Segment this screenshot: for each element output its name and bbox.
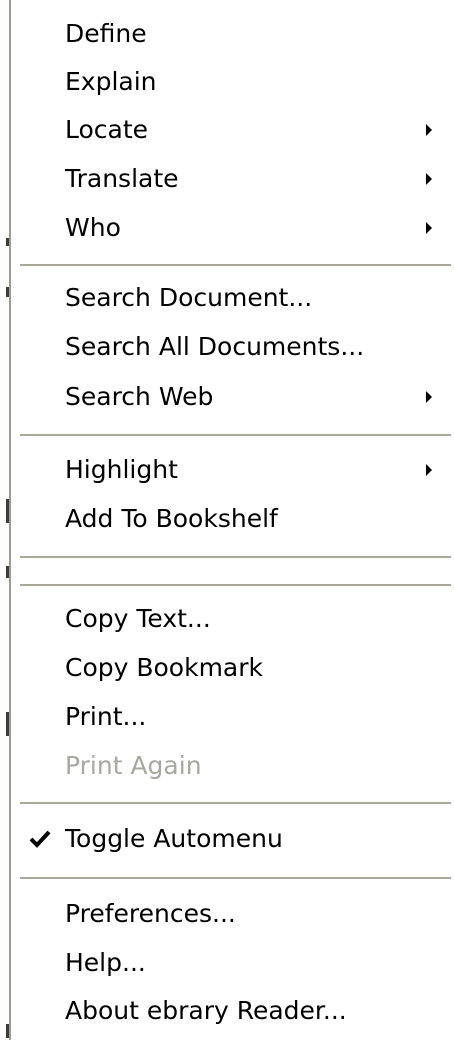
- menu-item-who[interactable]: Who: [0, 205, 454, 253]
- menu-item-label: Preferences...: [65, 899, 236, 928]
- menu-item-print[interactable]: Print...: [0, 694, 454, 742]
- menu-item-label: About ebrary Reader...: [65, 996, 347, 1025]
- menu-item-label: Print...: [65, 702, 147, 731]
- menu-item-label: Highlight: [65, 455, 178, 484]
- menu-item-define[interactable]: Define: [0, 11, 454, 59]
- triangle-right-icon: [426, 173, 432, 185]
- menu-item-label: Copy Bookmark: [65, 653, 264, 682]
- menu-item-copy-text[interactable]: Copy Text...: [0, 596, 454, 644]
- menu-item-copy-bookmark[interactable]: Copy Bookmark: [0, 645, 454, 693]
- context-menu: Define Explain Locate Translate Who Sear…: [0, 0, 454, 1040]
- menu-item-label: Define: [65, 19, 147, 48]
- menu-item-about[interactable]: About ebrary Reader...: [0, 988, 454, 1036]
- menu-separator: [20, 264, 451, 266]
- menu-item-print-again: Print Again: [0, 743, 454, 791]
- menu-item-label: Search Document...: [65, 283, 313, 312]
- menu-item-label: Explain: [65, 67, 157, 96]
- menu-separator: [20, 877, 451, 879]
- menu-item-label: Who: [65, 213, 121, 242]
- triangle-right-icon: [426, 222, 432, 234]
- menu-item-search-web[interactable]: Search Web: [0, 374, 454, 422]
- menu-item-label: Print Again: [65, 751, 202, 780]
- triangle-right-icon: [426, 391, 432, 403]
- triangle-right-icon: [426, 464, 432, 476]
- menu-item-search-document[interactable]: Search Document...: [0, 275, 454, 323]
- menu-separator: [20, 802, 451, 804]
- checkmark-icon: [29, 830, 51, 848]
- triangle-right-icon: [426, 124, 432, 136]
- menu-item-help[interactable]: Help...: [0, 940, 454, 988]
- menu-item-locate[interactable]: Locate: [0, 107, 454, 155]
- menu-item-label: Locate: [65, 115, 149, 144]
- menu-item-label: Copy Text...: [65, 604, 211, 633]
- menu-item-preferences[interactable]: Preferences...: [0, 891, 454, 939]
- menu-separator: [20, 434, 451, 436]
- menu-item-highlight[interactable]: Highlight: [0, 447, 454, 495]
- menu-item-label: Translate: [65, 164, 179, 193]
- menu-item-label: Search Web: [65, 382, 214, 411]
- menu-item-label: Search All Documents...: [65, 332, 365, 361]
- menu-item-translate[interactable]: Translate: [0, 156, 454, 204]
- menu-item-label: Add To Bookshelf: [65, 504, 278, 533]
- menu-separator: [20, 556, 451, 558]
- menu-item-explain[interactable]: Explain: [0, 59, 454, 107]
- edge-mark: [6, 566, 9, 578]
- menu-item-toggle-automenu[interactable]: Toggle Automenu: [0, 816, 454, 864]
- menu-item-add-to-bookshelf[interactable]: Add To Bookshelf: [0, 496, 454, 544]
- menu-item-search-all-documents[interactable]: Search All Documents...: [0, 324, 454, 372]
- menu-separator: [20, 584, 451, 586]
- menu-item-label: Help...: [65, 948, 146, 977]
- menu-item-label: Toggle Automenu: [65, 824, 283, 853]
